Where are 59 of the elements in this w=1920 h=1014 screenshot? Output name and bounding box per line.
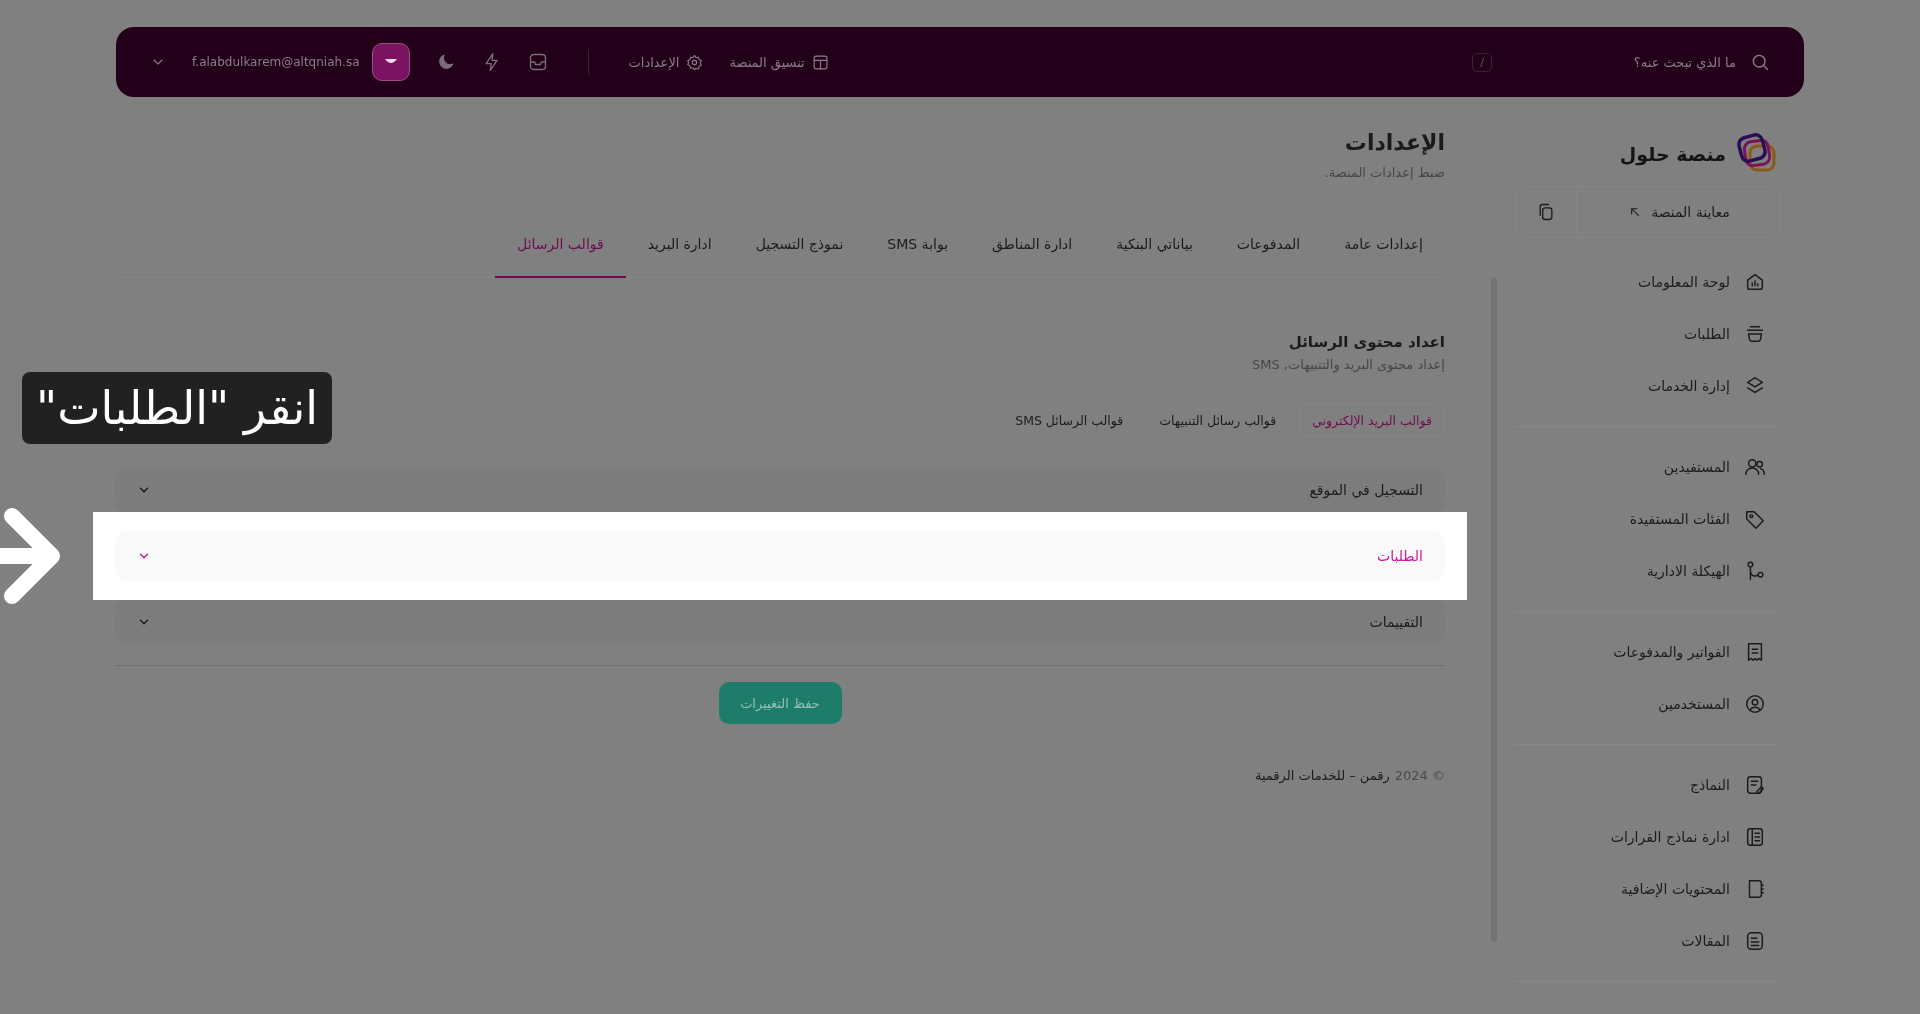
accordion-row[interactable]: التقييمات <box>115 600 1445 644</box>
search-field[interactable]: ما الذي تبحث عنه؟ <box>1504 53 1738 71</box>
tab[interactable]: قوالب الرسائل SMS <box>1002 404 1137 437</box>
users-icon <box>1744 456 1766 478</box>
tab[interactable]: بياناتي البنكية <box>1094 220 1215 278</box>
user-email[interactable]: f.alabdulkarem@altqniah.sa <box>192 55 360 69</box>
page-subtitle: ضبط إعدادات المنصة. <box>1323 165 1445 180</box>
tab[interactable]: نموذج التسجيل <box>733 220 866 278</box>
sidebar-item[interactable]: النماذج <box>1515 759 1780 811</box>
bowl-icon <box>1744 323 1766 345</box>
user-circle-icon <box>1744 693 1766 715</box>
tab[interactable]: قوالب البريد الإلكتروني <box>1299 404 1445 437</box>
settings-icon <box>686 53 704 71</box>
layout-icon <box>811 53 829 71</box>
tab[interactable]: قوالب الرسائل <box>495 220 626 278</box>
house-chart-icon <box>1744 271 1766 293</box>
accordion-row[interactable]: التسجيل في الموقع <box>115 468 1445 512</box>
section-title: اعداد محتوى الرسائل <box>1287 333 1445 351</box>
search-icon <box>1750 52 1770 72</box>
shortcut-key: / <box>1472 52 1492 72</box>
top-link[interactable]: تنسيق المنصة <box>729 53 829 71</box>
tab[interactable]: قوالب رسائل التنبيهات <box>1146 404 1290 437</box>
document-icon <box>1744 930 1766 952</box>
sidebar-item[interactable]: إدارة الخدمات <box>1515 360 1780 412</box>
section-subtitle: إعداد محتوى البريد والتنبيهات, SMS <box>1251 357 1445 372</box>
brand-name: منصة حلول <box>1619 143 1726 165</box>
accordion-row[interactable]: الطلبات <box>115 531 1445 581</box>
save-button[interactable]: حفظ التغييرات <box>718 682 842 724</box>
accordion-title: الطلبات <box>1377 548 1423 564</box>
sidebar-item[interactable]: لوحة المعلومات <box>1515 256 1780 308</box>
tag-icon <box>1744 508 1766 530</box>
notebook-list-icon <box>1744 826 1766 848</box>
inbox-icon <box>527 52 548 72</box>
form-edit-icon <box>1744 774 1766 796</box>
tab[interactable]: ادارة البريد <box>625 220 734 278</box>
sidebar-item[interactable]: المقالات <box>1515 915 1780 967</box>
sidebar-item[interactable]: الهيكلة الادارية <box>1515 545 1780 597</box>
branch-icon <box>1744 560 1766 582</box>
accordion-title: التسجيل في الموقع <box>1309 482 1423 498</box>
sidebar-item[interactable]: الفئات المستفيدة <box>1515 493 1780 545</box>
sidebar-item[interactable]: المستفيدين <box>1515 441 1780 493</box>
sidebar-item[interactable]: ادارة نماذج القرارات <box>1515 811 1780 863</box>
avatar[interactable] <box>371 43 410 81</box>
page-title: الإعدادات <box>1343 130 1445 155</box>
tab[interactable]: المدفوعات <box>1214 220 1323 278</box>
accordion-title: التقييمات <box>1369 614 1423 630</box>
tab[interactable]: بوابة SMS <box>865 220 971 278</box>
sidebar-item[interactable]: المحتويات الإضافية <box>1515 863 1780 915</box>
sidebar-item[interactable]: المستخدمين <box>1515 678 1780 730</box>
inbox-button[interactable] <box>527 52 548 72</box>
top-link[interactable]: الإعدادات <box>628 53 704 71</box>
sidebar-item[interactable]: الفواتير والمدفوعات <box>1515 626 1780 678</box>
tab[interactable]: إعدادات عامة <box>1322 220 1445 278</box>
preview-link[interactable]: معاينة المنصة <box>1576 187 1780 237</box>
footer-text: رقمن – للخدمات الرقمية <box>1254 768 1390 783</box>
arrow-icon <box>0 508 62 604</box>
tab[interactable]: ادارة المناطق <box>970 220 1095 278</box>
sidebar-item[interactable]: الطلبات <box>1515 308 1780 360</box>
tooltip: انقر "الطلبات" <box>22 372 333 444</box>
